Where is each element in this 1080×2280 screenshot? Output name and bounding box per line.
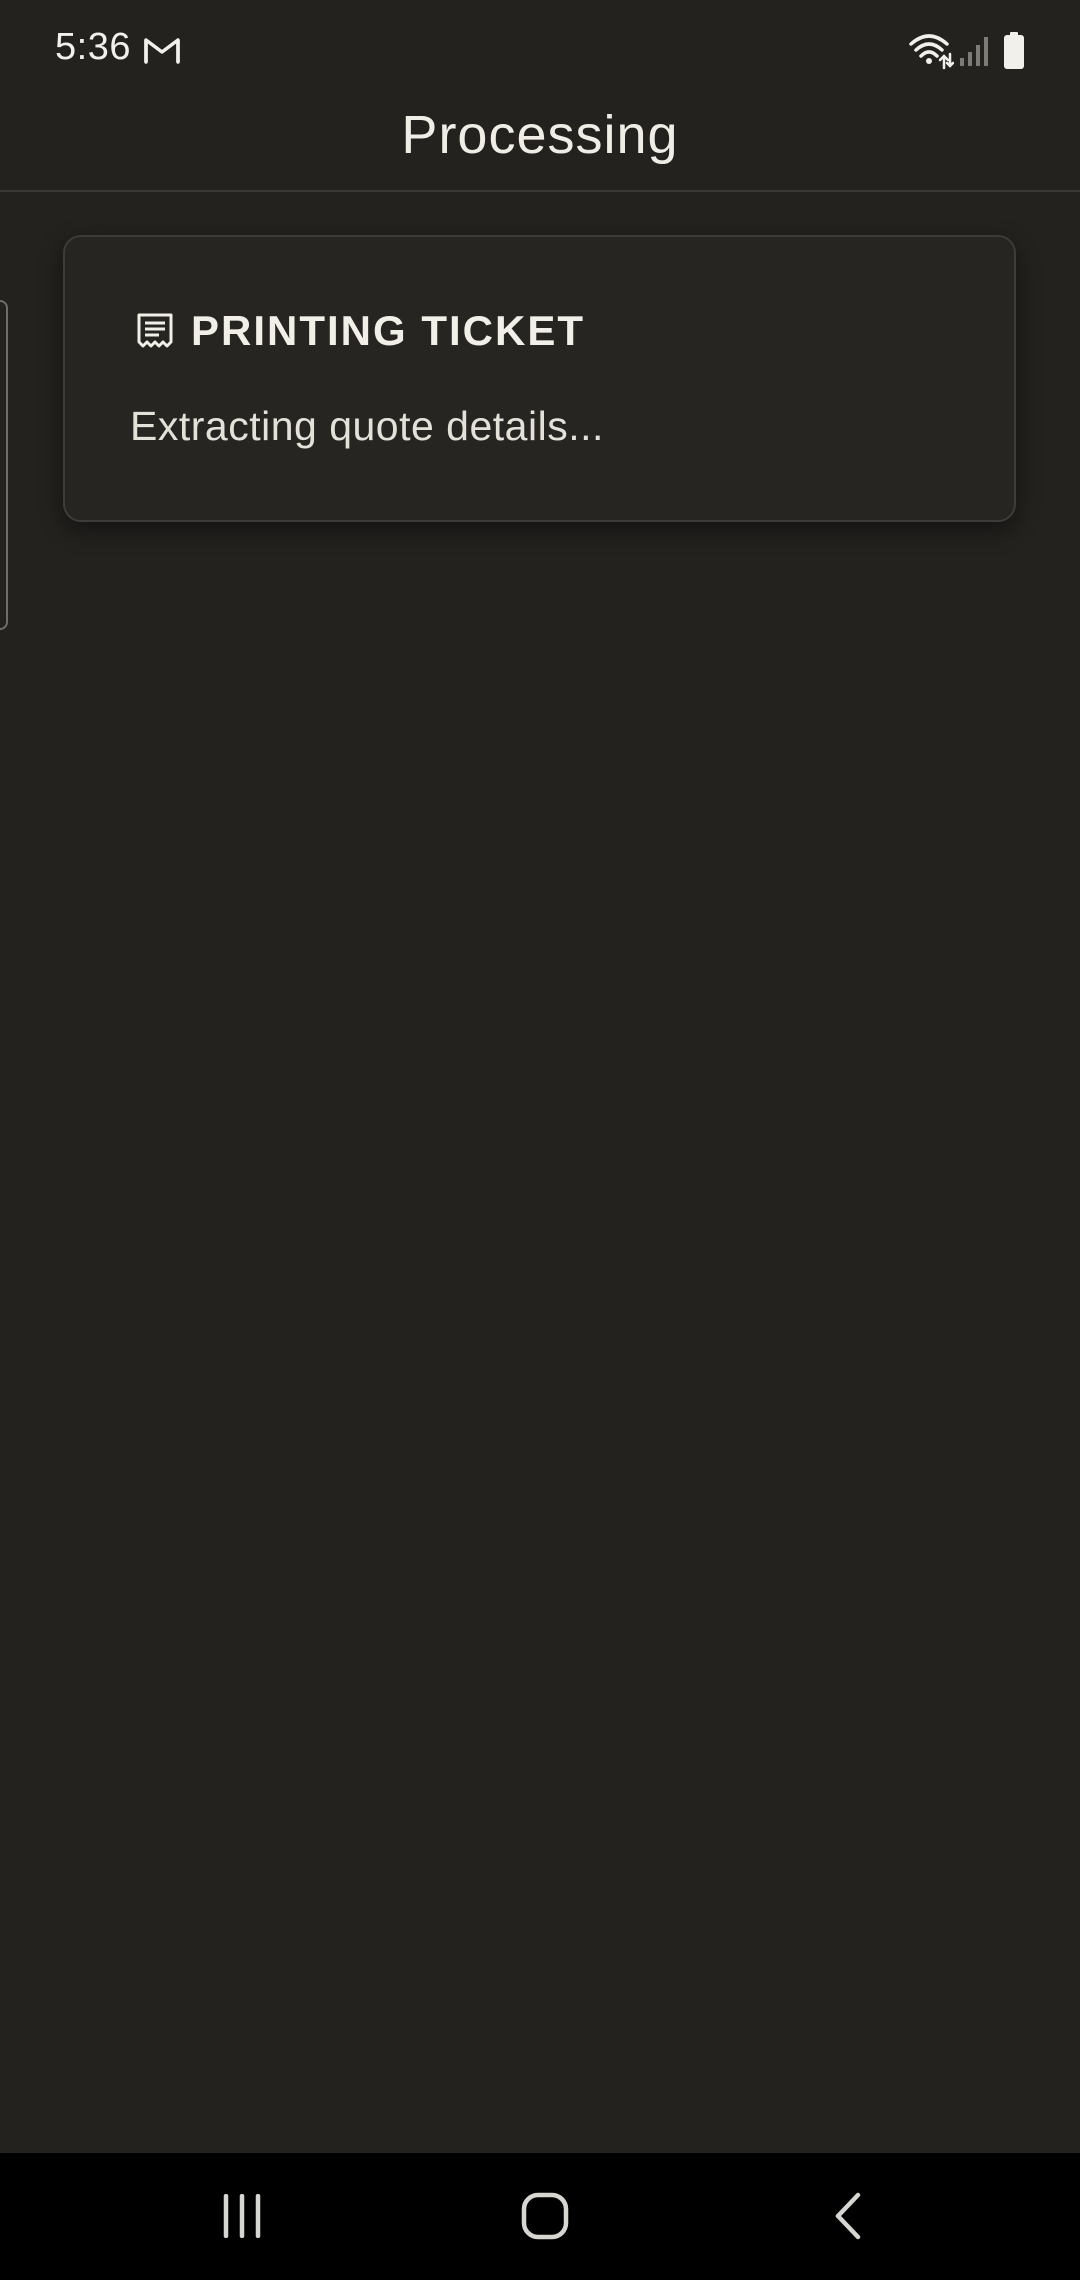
edge-panel-handle[interactable] bbox=[0, 300, 8, 630]
gmail-icon bbox=[144, 38, 180, 64]
card-header: PRINTING TICKET bbox=[135, 307, 585, 355]
cell-signal-icon bbox=[960, 37, 988, 66]
home-button[interactable] bbox=[505, 2181, 585, 2251]
status-card: PRINTING TICKET Extracting quote details… bbox=[63, 235, 1016, 522]
wifi-icon bbox=[909, 34, 954, 70]
home-icon bbox=[521, 2192, 569, 2240]
system-nav-bar bbox=[0, 2153, 1080, 2280]
page-title: Processing bbox=[401, 105, 679, 165]
app-header: Processing bbox=[0, 100, 1080, 192]
back-icon bbox=[835, 2192, 861, 2240]
card-status-message: Extracting quote details... bbox=[130, 403, 604, 449]
back-button[interactable] bbox=[808, 2181, 888, 2251]
recent-apps-button[interactable] bbox=[202, 2181, 282, 2251]
status-time: 5:36 bbox=[55, 26, 131, 68]
recent-apps-icon bbox=[223, 2194, 261, 2238]
battery-icon bbox=[1004, 32, 1024, 69]
card-title: PRINTING TICKET bbox=[191, 307, 585, 354]
receipt-icon bbox=[137, 313, 173, 348]
status-bar: 5:36 bbox=[0, 0, 1080, 100]
